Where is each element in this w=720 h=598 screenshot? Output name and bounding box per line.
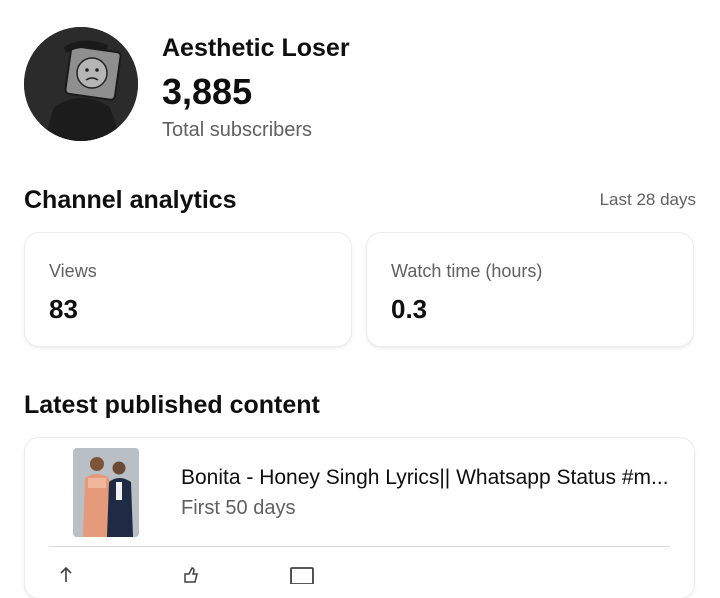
metric-value: 0.3 [391, 294, 428, 324]
channel-name: Aesthetic Loser [162, 34, 350, 62]
views-card[interactable]: Views 83 [25, 233, 351, 346]
views-icon [60, 566, 72, 582]
comments-icon [290, 567, 314, 584]
subscriber-count: 3,885 [162, 71, 253, 112]
video-title[interactable]: Bonita - Honey Singh Lyrics|| Whatsapp S… [181, 466, 671, 490]
thumbnail-image [73, 448, 139, 537]
metric-value: 83 [49, 294, 78, 324]
likes-icon [184, 567, 198, 583]
metric-label: Watch time (hours) [391, 261, 543, 281]
analytics-title: Channel analytics [24, 186, 237, 214]
avatar[interactable] [24, 27, 138, 141]
video-thumbnail[interactable] [73, 448, 139, 537]
latest-content-title: Latest published content [24, 391, 320, 419]
subscriber-label: Total subscribers [162, 119, 313, 141]
video-period: First 50 days [181, 497, 296, 519]
metric-label: Views [49, 261, 97, 281]
channel-header: Aesthetic Loser 3,885 Total subscribers [24, 27, 704, 141]
date-range: Last 28 days [599, 190, 696, 209]
avatar-image [24, 27, 138, 141]
watch-time-card[interactable]: Watch time (hours) 0.3 [367, 233, 693, 346]
divider [49, 546, 670, 547]
latest-video-card[interactable]: Bonita - Honey Singh Lyrics|| Whatsapp S… [25, 438, 694, 598]
